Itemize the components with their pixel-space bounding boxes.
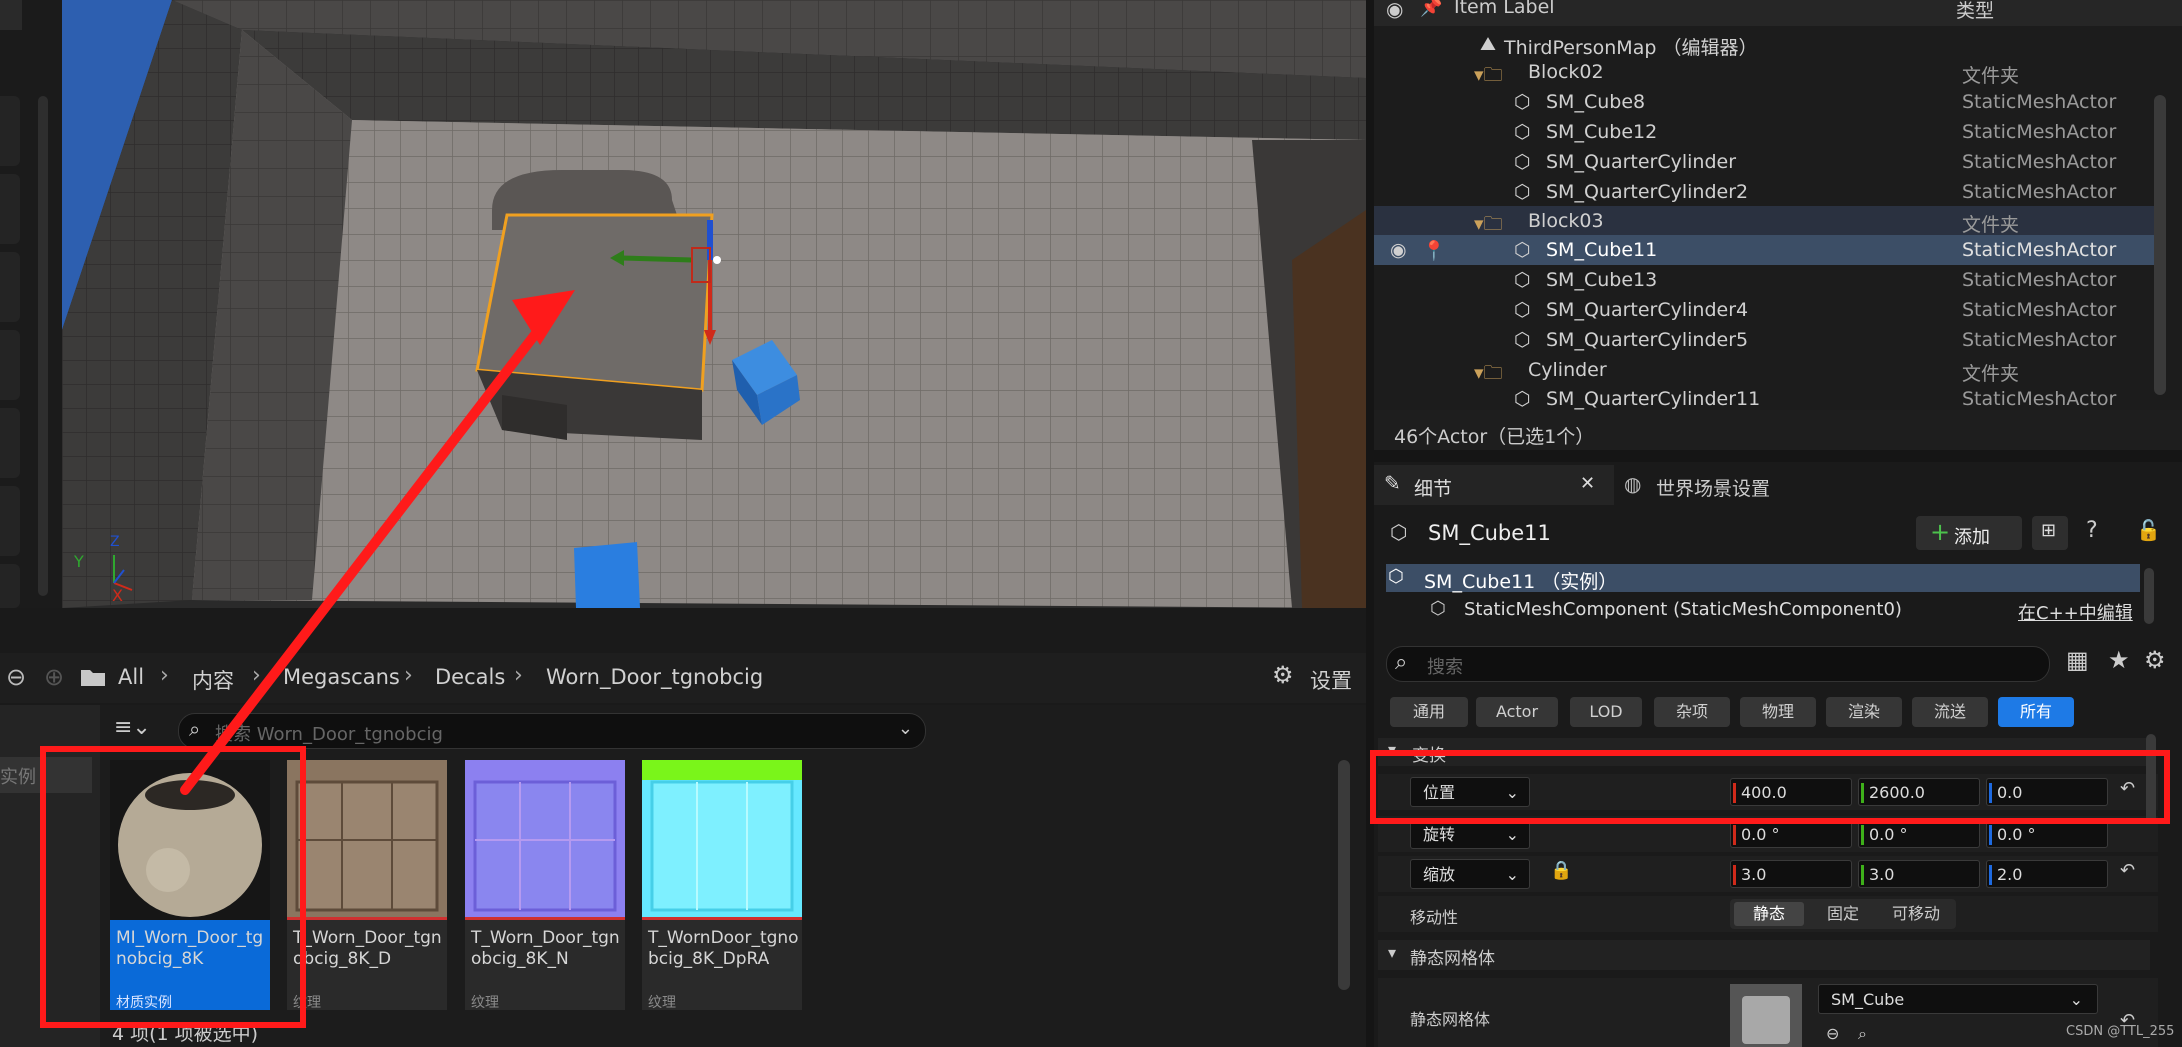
annotation-box-asset: [40, 746, 306, 1028]
annotation-overlay: [180, 290, 575, 795]
annotation-box-location: [1370, 750, 2170, 824]
watermark: CSDN @TTL_255: [2066, 1024, 2175, 1039]
annotation-arrowhead: [512, 290, 575, 345]
annotation-arrow: [180, 310, 555, 795]
